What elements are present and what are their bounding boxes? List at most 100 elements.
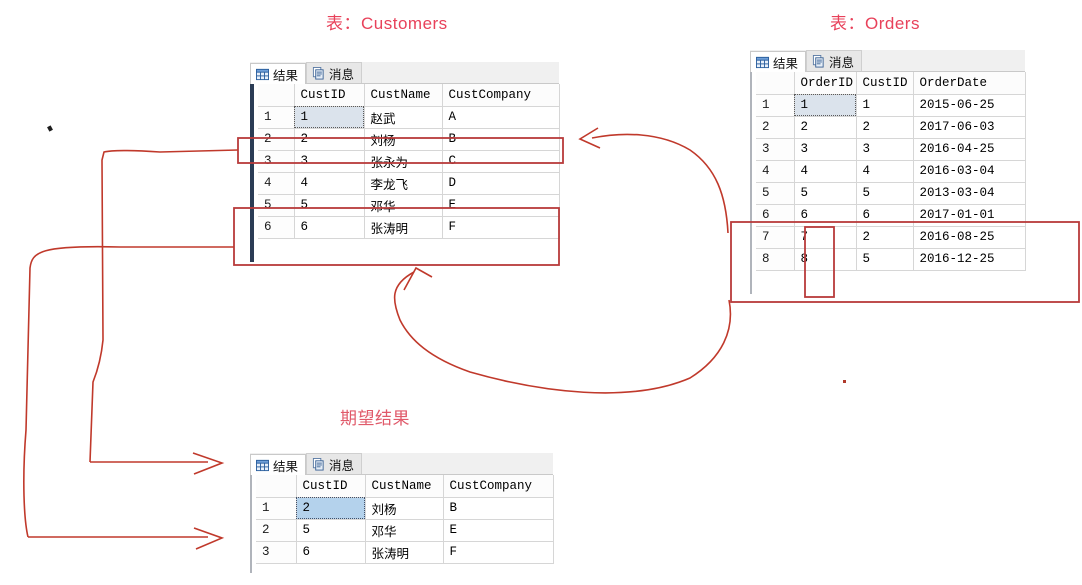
cell-orderid[interactable]: 1	[794, 94, 857, 117]
cell-custcompany[interactable]: A	[442, 106, 560, 129]
cell-custid[interactable]: 2	[296, 497, 366, 520]
cell-orderdate[interactable]: 2017-01-01	[913, 204, 1026, 227]
cell-custcompany[interactable]: C	[442, 150, 560, 173]
tab-results[interactable]: 结果	[250, 454, 307, 475]
table-row[interactable]: 1 2 刘杨 B	[256, 497, 554, 520]
results-panel-orders: 结果 消息 OrderID CustID OrderDate 1 1 1 201…	[750, 50, 1026, 294]
cell-orderdate[interactable]: 2016-03-04	[913, 160, 1026, 183]
cell-custid[interactable]: 1	[294, 106, 365, 129]
tab-messages[interactable]: 消息	[306, 453, 363, 474]
cell-custid[interactable]: 2	[294, 128, 365, 151]
cell-custname[interactable]: 张永为	[364, 150, 443, 173]
table-row[interactable]: 4 4 4 2016-03-04	[756, 160, 1026, 183]
col-header-custid: CustID	[294, 84, 365, 107]
table-row[interactable]: 3 6 张涛明 F	[256, 541, 554, 564]
cell-orderid[interactable]: 7	[794, 226, 857, 249]
cell-orderdate[interactable]: 2017-06-03	[913, 116, 1026, 139]
cell-orderid[interactable]: 3	[794, 138, 857, 161]
cell-custid[interactable]: 6	[856, 204, 914, 227]
cell-custname[interactable]: 邓华	[364, 194, 443, 217]
cell-orderid[interactable]: 8	[794, 248, 857, 271]
cell-custcompany[interactable]: D	[442, 172, 560, 195]
table-row[interactable]: 2 5 邓华 E	[256, 519, 554, 542]
annotation-path-row2-to-expected	[89, 149, 239, 463]
col-header-custid: CustID	[296, 475, 366, 498]
cell-custid[interactable]: 5	[294, 194, 365, 217]
cell-custcompany[interactable]: B	[443, 497, 554, 520]
cell-custid[interactable]: 5	[296, 519, 366, 542]
cell-custname[interactable]: 邓华	[365, 519, 444, 542]
grid-edge-bar	[250, 475, 252, 573]
row-number: 2	[756, 116, 795, 139]
cell-custid[interactable]: 3	[294, 150, 365, 173]
cell-custname[interactable]: 李龙飞	[364, 172, 443, 195]
cell-custid[interactable]: 1	[856, 94, 914, 117]
cell-custname[interactable]: 刘杨	[364, 128, 443, 151]
tab-results[interactable]: 结果	[750, 51, 807, 72]
table-row[interactable]: 1 1 赵武 A	[258, 106, 560, 129]
row-number: 1	[258, 106, 295, 129]
tab-messages[interactable]: 消息	[806, 50, 863, 71]
table-row[interactable]: 3 3 张永为 C	[258, 150, 560, 173]
table-row[interactable]: 2 2 2 2017-06-03	[756, 116, 1026, 139]
document-icon	[812, 54, 824, 68]
row-number: 6	[258, 216, 295, 239]
tab-results[interactable]: 结果	[250, 63, 307, 84]
cell-orderdate[interactable]: 2016-04-25	[913, 138, 1026, 161]
table-row[interactable]: 1 1 1 2015-06-25	[756, 94, 1026, 117]
col-header-custcompany: CustCompany	[443, 475, 554, 498]
table-row[interactable]: 5 5 5 2013-03-04	[756, 182, 1026, 205]
table-row[interactable]: 3 3 3 2016-04-25	[756, 138, 1026, 161]
tab-messages[interactable]: 消息	[306, 62, 363, 83]
col-header-rownum	[258, 84, 295, 107]
cell-orderdate[interactable]: 2015-06-25	[913, 94, 1026, 117]
row-number: 6	[756, 204, 795, 227]
ink-speck	[47, 125, 53, 132]
cell-custcompany[interactable]: F	[442, 216, 560, 239]
cell-orderid[interactable]: 6	[794, 204, 857, 227]
cell-custcompany[interactable]: F	[443, 541, 554, 564]
grid-icon	[256, 68, 269, 80]
cell-custid[interactable]: 4	[856, 160, 914, 183]
table-row[interactable]: 7 7 2 2016-08-25	[756, 226, 1026, 249]
table-row[interactable]: 8 8 5 2016-12-25	[756, 248, 1026, 271]
cell-custname[interactable]: 张涛明	[365, 541, 444, 564]
cell-orderdate[interactable]: 2013-03-04	[913, 182, 1026, 205]
grid-edge-bar	[750, 72, 752, 294]
results-grid-customers[interactable]: CustID CustName CustCompany 1 1 赵武 A 2 2…	[258, 84, 560, 239]
cell-custid[interactable]: 2	[856, 226, 914, 249]
table-row[interactable]: 4 4 李龙飞 D	[258, 172, 560, 195]
table-row[interactable]: 6 6 张涛明 F	[258, 216, 560, 239]
cell-orderid[interactable]: 5	[794, 182, 857, 205]
cell-custid[interactable]: 5	[856, 182, 914, 205]
cell-orderdate[interactable]: 2016-12-25	[913, 248, 1026, 271]
cell-custname[interactable]: 刘杨	[365, 497, 444, 520]
table-row[interactable]: 6 6 6 2017-01-01	[756, 204, 1026, 227]
cell-custid[interactable]: 2	[856, 116, 914, 139]
cell-orderid[interactable]: 4	[794, 160, 857, 183]
row-number: 5	[756, 182, 795, 205]
cell-custid[interactable]: 6	[296, 541, 366, 564]
cell-custname[interactable]: 赵武	[364, 106, 443, 129]
cell-custcompany[interactable]: B	[442, 128, 560, 151]
cell-orderid[interactable]: 2	[794, 116, 857, 139]
cell-custid[interactable]: 4	[294, 172, 365, 195]
col-header-custname: CustName	[365, 475, 444, 498]
results-grid-expected[interactable]: CustID CustName CustCompany 1 2 刘杨 B 2 5…	[256, 475, 554, 564]
cell-custid[interactable]: 5	[856, 248, 914, 271]
document-icon	[312, 457, 324, 471]
cell-custid[interactable]: 6	[294, 216, 365, 239]
cell-custid[interactable]: 3	[856, 138, 914, 161]
annotation-arrowhead-upper	[192, 452, 225, 475]
col-header-custid: CustID	[856, 72, 914, 95]
tab-results-label: 结果	[773, 56, 799, 71]
cell-orderdate[interactable]: 2016-08-25	[913, 226, 1026, 249]
table-row[interactable]: 2 2 刘杨 B	[258, 128, 560, 151]
results-grid-orders[interactable]: OrderID CustID OrderDate 1 1 1 2015-06-2…	[756, 72, 1026, 271]
cell-custcompany[interactable]: E	[443, 519, 554, 542]
cell-custname[interactable]: 张涛明	[364, 216, 443, 239]
table-row[interactable]: 5 5 邓华 E	[258, 194, 560, 217]
page-title-expected-result: 期望结果	[340, 409, 410, 428]
ink-speck	[843, 380, 846, 383]
cell-custcompany[interactable]: E	[442, 194, 560, 217]
